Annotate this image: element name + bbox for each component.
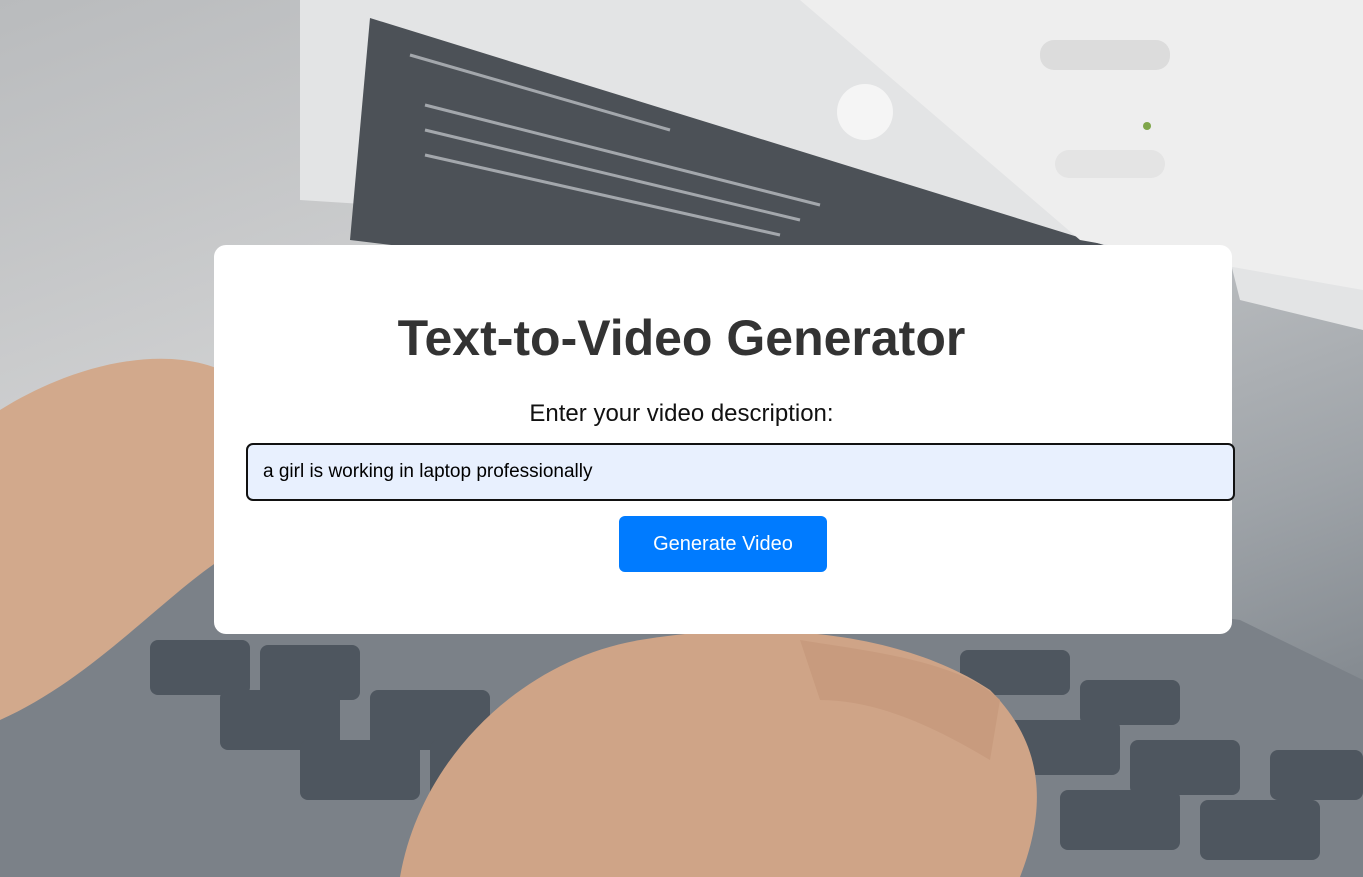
description-input[interactable]	[246, 443, 1235, 501]
generator-card	[214, 245, 1232, 634]
generate-video-button[interactable]: Generate Video	[619, 516, 827, 572]
page-title: Text-to-Video Generator	[397, 310, 966, 366]
description-label: Enter your video description:	[529, 400, 834, 427]
